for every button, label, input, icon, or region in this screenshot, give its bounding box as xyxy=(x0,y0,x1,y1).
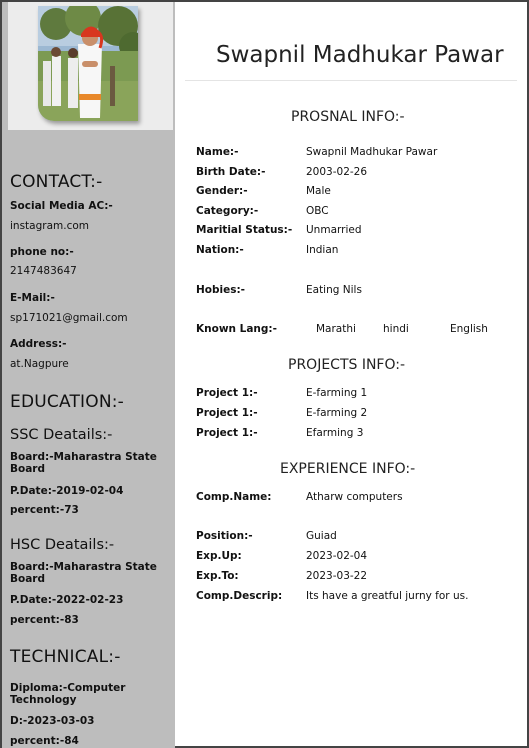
personal-info-heading: PROSNAL INFO:- xyxy=(291,109,405,125)
project-row-label: Project 1:- xyxy=(196,387,258,399)
experience-row-label: Comp.Descrip: xyxy=(196,590,283,602)
hsc-date: P.Date:-2022-02-23 xyxy=(10,594,124,606)
ssc-board: Board:-Maharastra State Board xyxy=(10,451,157,475)
project-row-value: E-farming 1 xyxy=(306,387,368,399)
profile-photo-panel xyxy=(8,2,173,130)
profile-photo xyxy=(38,6,138,121)
experience-row-value: 2023-02-04 xyxy=(306,550,368,562)
project-row-value: E-farming 2 xyxy=(306,407,368,419)
personal-row-label: Nation:- xyxy=(196,244,244,256)
social-media-label: Social Media AC:- xyxy=(10,200,113,212)
language-item: hindi xyxy=(383,323,409,335)
experience-row-value: Guiad xyxy=(306,530,337,542)
hobbies-value: Eating Nils xyxy=(306,284,362,296)
known-lang-label: Known Lang:- xyxy=(196,323,277,335)
experience-row-label: Position:- xyxy=(196,530,253,542)
language-item: Marathi xyxy=(316,323,356,335)
phone-value: 2147483647 xyxy=(10,265,77,277)
projects-info-heading: PROJECTS INFO:- xyxy=(288,357,406,373)
experience-row-label: Exp.Up: xyxy=(196,550,242,562)
address-label: Address:- xyxy=(10,338,67,350)
personal-row-value: Swapnil Madhukar Pawar xyxy=(306,146,438,158)
hsc-heading: HSC Deatails:- xyxy=(10,537,115,553)
hsc-board: Board:-Maharastra State Board xyxy=(10,561,157,585)
project-row-label: Project 1:- xyxy=(196,427,258,439)
personal-row-label: Category:- xyxy=(196,205,259,217)
diploma-percent: percent:-84 xyxy=(10,735,79,747)
address-value: at.Nagpure xyxy=(10,358,69,370)
title-divider xyxy=(185,80,517,81)
company-name-label: Comp.Name: xyxy=(196,491,272,503)
personal-row-label: Birth Date:- xyxy=(196,166,266,178)
hobbies-label: Hobies:- xyxy=(196,284,246,296)
education-heading: EDUCATION:- xyxy=(10,392,125,412)
diploma: Diploma:-Computer Technology xyxy=(10,682,126,706)
email-label: E-Mail:- xyxy=(10,292,55,304)
personal-row-value: Unmarried xyxy=(306,224,362,236)
personal-row-label: Name:- xyxy=(196,146,239,158)
technical-heading: TECHNICAL:- xyxy=(10,647,121,667)
experience-row-value: Its have a greatful jurny for us. xyxy=(306,590,469,602)
ssc-date: P.Date:-2019-02-04 xyxy=(10,485,124,497)
personal-row-value: 2003-02-26 xyxy=(306,166,368,178)
personal-row-value: Male xyxy=(306,185,331,197)
personal-row-label: Maritial Status:- xyxy=(196,224,293,236)
project-row-label: Project 1:- xyxy=(196,407,258,419)
hsc-percent: percent:-83 xyxy=(10,614,79,626)
personal-row-value: Indian xyxy=(306,244,339,256)
social-media-value: instagram.com xyxy=(10,220,90,232)
experience-row-value: 2023-03-22 xyxy=(306,570,368,582)
experience-info-heading: EXPERIENCE INFO:- xyxy=(280,461,416,477)
project-row-value: Efarming 3 xyxy=(306,427,364,439)
experience-row-label: Exp.To: xyxy=(196,570,239,582)
phone-label: phone no:- xyxy=(10,246,74,258)
diploma-date: D:-2023-03-03 xyxy=(10,715,95,727)
personal-row-value: OBC xyxy=(306,205,329,217)
company-name-value: Atharw computers xyxy=(306,491,403,503)
personal-row-label: Gender:- xyxy=(196,185,248,197)
email-value: sp171021@gmail.com xyxy=(10,312,128,324)
contact-heading: CONTACT:- xyxy=(10,172,103,192)
ssc-percent: percent:-73 xyxy=(10,504,79,516)
language-item: English xyxy=(450,323,488,335)
ssc-heading: SSC Deatails:- xyxy=(10,427,113,443)
page-title: Swapnil Madhukar Pawar xyxy=(216,42,504,68)
